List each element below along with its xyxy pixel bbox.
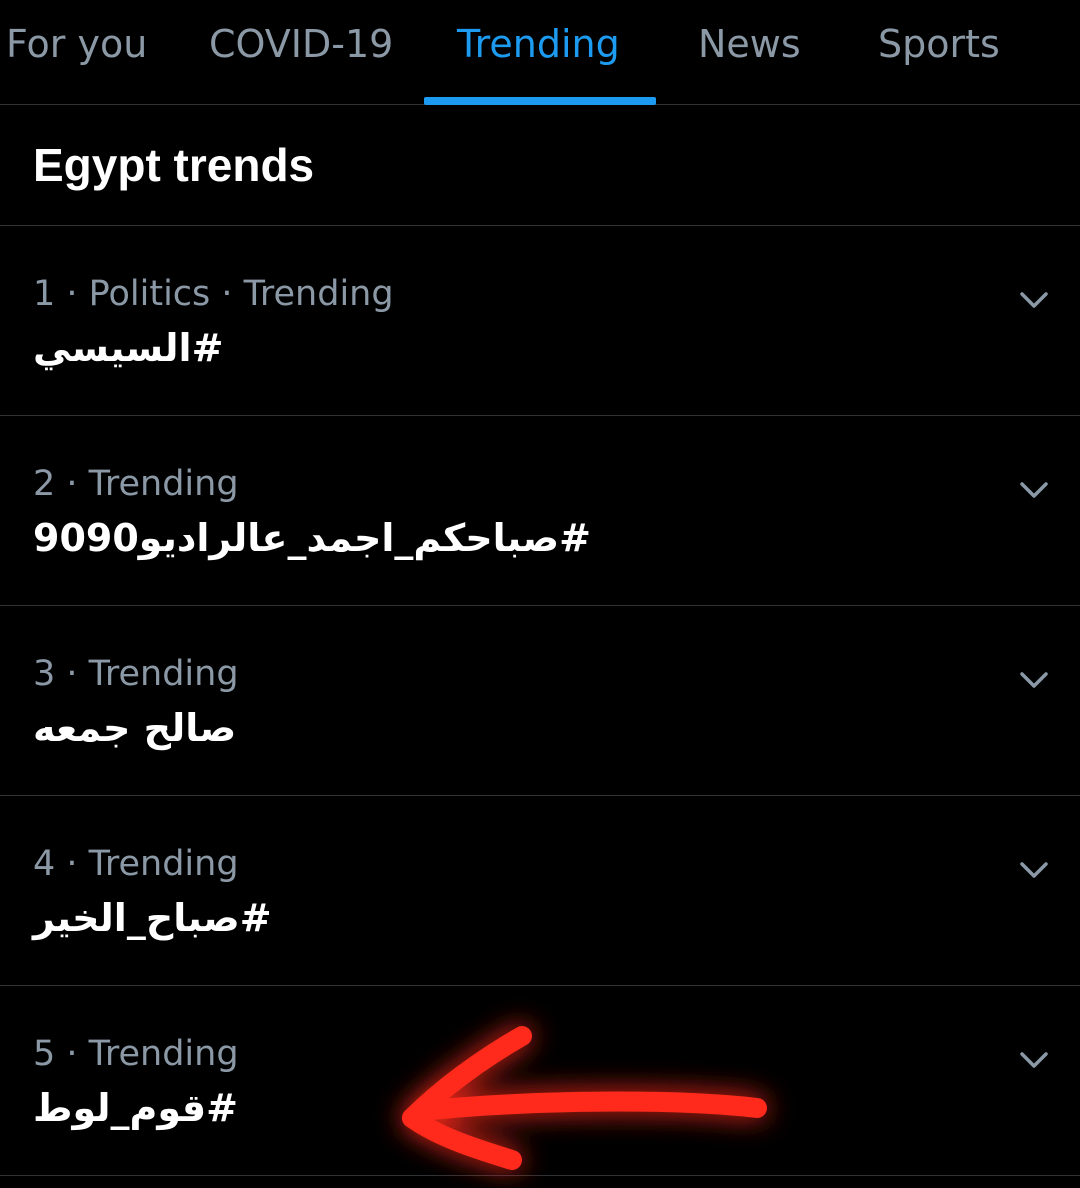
tab-news[interactable]: News [698, 0, 801, 104]
tab-sports[interactable]: Sports [878, 0, 1000, 104]
tab-covid-19[interactable]: COVID-19 [209, 0, 393, 104]
trend-name: #صباح_الخير [33, 896, 272, 940]
tab-trending[interactable]: Trending [457, 0, 620, 104]
trend-item[interactable]: 3 · Trending صالح جمعه [0, 606, 1080, 796]
trend-name: #صباحكم_اجمد_عالراديو9090 [33, 516, 591, 560]
tab-for-you[interactable]: For you [6, 0, 147, 104]
trend-item[interactable]: 4 · Trending #صباح_الخير [0, 796, 1080, 986]
trend-name: صالح جمعه [33, 706, 237, 750]
trend-meta: 3 · Trending [33, 654, 239, 694]
trend-item[interactable]: 5 · Trending #قوم_لوط [0, 986, 1080, 1176]
chevron-down-icon[interactable] [1014, 850, 1054, 890]
trend-meta: 5 · Trending [33, 1034, 239, 1074]
trend-meta: 2 · Trending [33, 464, 239, 504]
trend-name: #قوم_لوط [33, 1086, 238, 1130]
chevron-down-icon[interactable] [1014, 280, 1054, 320]
chevron-down-icon[interactable] [1014, 1040, 1054, 1080]
explore-tab-bar: For you COVID-19 Trending News Sports [0, 0, 1080, 105]
chevron-down-icon[interactable] [1014, 470, 1054, 510]
trend-name: #السيسي [33, 326, 224, 370]
explore-page: For you COVID-19 Trending News Sports Eg… [0, 0, 1080, 1188]
trend-item[interactable]: 1 · Politics · Trending #السيسي [0, 226, 1080, 416]
chevron-down-icon[interactable] [1014, 660, 1054, 700]
trend-meta: 4 · Trending [33, 844, 239, 884]
trend-item[interactable]: 2 · Trending #صباحكم_اجمد_عالراديو9090 [0, 416, 1080, 606]
section-title: Egypt trends [33, 139, 315, 191]
trend-meta: 1 · Politics · Trending [33, 274, 394, 314]
section-header: Egypt trends [0, 105, 1080, 226]
active-tab-indicator [424, 97, 656, 105]
